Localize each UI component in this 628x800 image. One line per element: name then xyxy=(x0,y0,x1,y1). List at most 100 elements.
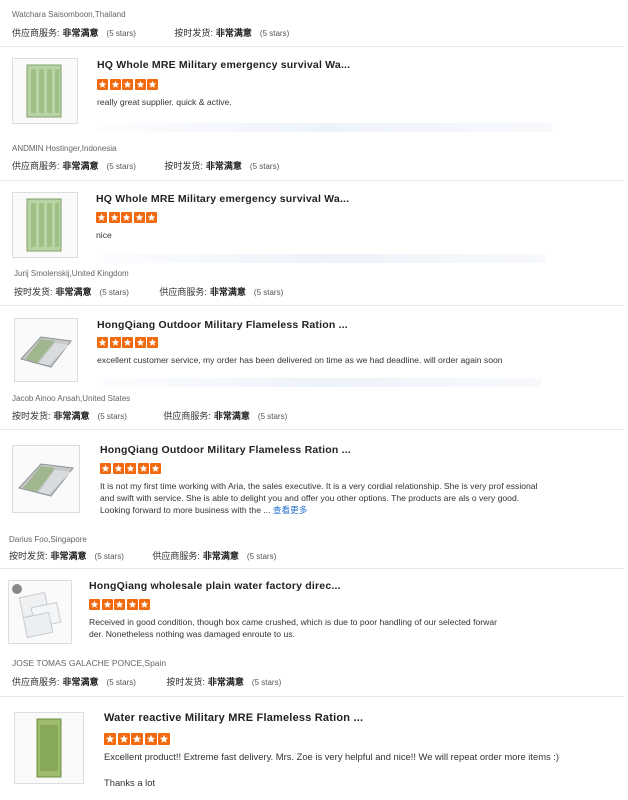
star-icon xyxy=(137,463,149,474)
rating-stars-text: (5 stars) xyxy=(251,678,282,687)
rating-summary: 供应商服务: 非常满意 (5 stars) 按时发货: 非常满意 (5 stars) xyxy=(12,26,289,39)
rating-label: 按时发货: xyxy=(174,28,213,38)
star-icon xyxy=(126,599,138,610)
star-glyph xyxy=(98,338,107,346)
reviewer-name: Jurij Smolenskij,United Kingdom xyxy=(14,269,129,278)
rating-stars-text: (5 stars) xyxy=(253,288,284,297)
star-rating xyxy=(97,337,160,355)
star-icon xyxy=(89,599,100,610)
star-rating xyxy=(100,463,163,481)
rating-stars-text: (5 stars) xyxy=(259,29,290,38)
star-glyph xyxy=(151,464,160,472)
product-thumbnail[interactable] xyxy=(12,58,78,124)
rating-stars-text: (5 stars) xyxy=(106,678,136,687)
star-icon xyxy=(139,599,150,610)
product-thumbnail[interactable] xyxy=(12,192,78,258)
review-comment: It is not my first time working with Ari… xyxy=(100,480,542,517)
star-icon xyxy=(109,337,121,348)
star-rating xyxy=(96,212,159,230)
star-icon xyxy=(125,463,136,474)
rating-label: 供应商服务: xyxy=(12,28,60,38)
reviewer-name: Darius Foo,Singapore xyxy=(9,535,87,544)
rating-value: 非常满意 xyxy=(215,28,252,38)
product-title-link[interactable]: HongQiang wholesale plain water factory … xyxy=(89,580,341,592)
reviewer-name: ANDMIN Hostinger,Indonesia xyxy=(12,144,117,153)
star-icon xyxy=(147,79,158,90)
rating-summary: 按时发货: 非常满意 (5 stars) 供应商服务: 非常满意 (5 stars) xyxy=(9,549,276,562)
rating-value: 非常满意 xyxy=(50,551,87,561)
rating-value: 非常满意 xyxy=(202,551,239,561)
star-icon xyxy=(122,337,133,348)
star-glyph xyxy=(148,80,157,88)
product-title-link[interactable]: HongQiang Outdoor Military Flameless Rat… xyxy=(100,444,351,456)
view-more-link[interactable]: 查看更多 xyxy=(273,505,307,515)
mre-pack-image xyxy=(26,198,62,252)
product-thumbnail[interactable] xyxy=(12,445,80,513)
star-glyph xyxy=(126,464,135,472)
review-comment-line2: Thanks a lot xyxy=(104,777,156,788)
star-glyph xyxy=(135,213,143,221)
star-glyph xyxy=(148,338,157,346)
rating-stars-text: (5 stars) xyxy=(246,552,277,561)
star-icon xyxy=(117,733,130,745)
rating-label: 按时发货: xyxy=(14,287,53,297)
star-icon xyxy=(114,599,125,610)
rating-stars-text: (5 stars) xyxy=(257,412,288,421)
rating-label: 供应商服务: xyxy=(152,551,200,561)
star-glyph xyxy=(123,338,132,346)
star-glyph xyxy=(140,600,149,608)
star-icon xyxy=(134,79,146,90)
star-icon xyxy=(134,337,146,348)
star-glyph xyxy=(111,338,119,346)
star-icon xyxy=(158,733,170,745)
product-title-link[interactable]: HongQiang Outdoor Military Flameless Rat… xyxy=(97,319,348,331)
star-glyph xyxy=(147,213,156,221)
product-thumbnail[interactable] xyxy=(14,712,84,784)
star-icon xyxy=(100,463,111,474)
reviewer-name: Watchara Saisomboon,Thailand xyxy=(12,10,126,19)
rating-stars-text: (5 stars) xyxy=(97,412,127,421)
ration-tray-image xyxy=(18,463,74,497)
star-icon xyxy=(109,79,121,90)
product-title-link[interactable]: HQ Whole MRE Military emergency survival… xyxy=(97,59,350,71)
star-icon xyxy=(108,212,120,223)
star-icon xyxy=(150,463,161,474)
divider xyxy=(0,568,624,569)
divider xyxy=(0,46,624,47)
divider xyxy=(0,696,624,697)
star-glyph xyxy=(136,338,144,346)
product-thumbnail[interactable] xyxy=(8,580,72,644)
reviewer-name: Jacob Ainoo Ansah,United States xyxy=(12,394,131,403)
divider xyxy=(0,180,624,181)
star-glyph xyxy=(111,80,119,88)
placeholder-bar xyxy=(97,378,541,387)
rating-label: 供应商服务: xyxy=(163,411,211,421)
divider xyxy=(0,429,624,430)
star-glyph xyxy=(90,600,99,608)
product-title-link[interactable]: Water reactive Military MRE Flameless Ra… xyxy=(104,712,363,724)
review-comment: excellent customer service, my order has… xyxy=(97,355,503,365)
star-glyph xyxy=(110,213,118,221)
placeholder-bar xyxy=(96,254,546,263)
star-glyph xyxy=(97,213,106,221)
star-glyph xyxy=(132,734,142,743)
star-glyph xyxy=(139,464,147,472)
star-icon xyxy=(133,212,145,223)
reviewer-name: JOSE TOMAS GALACHE PONCE,Spain xyxy=(12,658,167,668)
product-title-link[interactable]: HQ Whole MRE Military emergency survival… xyxy=(96,193,349,205)
star-glyph xyxy=(146,734,155,743)
rating-label: 按时发货: xyxy=(164,161,203,171)
star-icon xyxy=(122,79,133,90)
star-glyph xyxy=(114,464,122,472)
rating-stars-text: (5 stars) xyxy=(106,29,136,38)
rating-value: 非常满意 xyxy=(62,161,99,171)
star-icon xyxy=(121,212,132,223)
ration-tray-image xyxy=(20,336,72,368)
placeholder-bar xyxy=(97,123,553,132)
review-comment-text: It is not my first time working with Ari… xyxy=(100,481,538,516)
star-icon xyxy=(104,733,116,745)
product-thumbnail[interactable] xyxy=(14,318,78,382)
rating-value: 非常满意 xyxy=(62,677,99,687)
star-glyph xyxy=(123,80,132,88)
rating-value: 非常满意 xyxy=(205,161,242,171)
